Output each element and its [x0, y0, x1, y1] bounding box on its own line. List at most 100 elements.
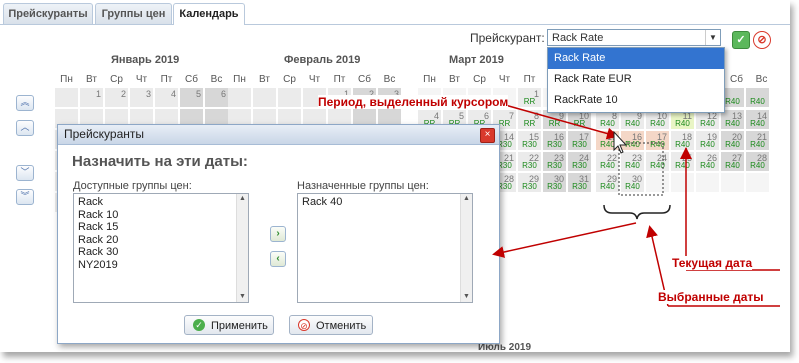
weekday-header: Вс	[755, 74, 768, 85]
tab-price-groups[interactable]: Группы цен	[95, 3, 172, 24]
calendar-day[interactable]: 26 R40	[696, 152, 719, 171]
scroll-down-icon[interactable]: ▼	[237, 292, 248, 302]
rate-code: R40	[750, 161, 765, 170]
calendar-day[interactable]: 20 R40	[721, 131, 744, 150]
calendar-day[interactable]: 5	[180, 88, 203, 107]
calendar-day[interactable]: 8 RR	[518, 110, 541, 129]
calendar-day[interactable]: 23 R30	[543, 152, 566, 171]
list-item[interactable]: Rack 30	[78, 246, 244, 259]
apply-button[interactable]: ✓ Применить	[184, 315, 274, 335]
no-entry-icon: ⊘	[298, 319, 310, 331]
double-chevron-up-icon[interactable]: ︽	[16, 95, 34, 111]
list-item[interactable]: Rack 15	[78, 221, 244, 234]
no-entry-icon[interactable]: ⊘	[753, 31, 771, 49]
calendar-day[interactable]: 6	[205, 88, 228, 107]
calendar-day[interactable]: 17 R30	[568, 131, 591, 150]
calendar-day[interactable]: 22 R30	[518, 152, 541, 171]
scroll-up-icon[interactable]: ▲	[237, 194, 248, 204]
day-number: 5	[195, 89, 201, 99]
calendar-day[interactable]	[696, 173, 719, 192]
double-chevron-down-icon[interactable]: ︾	[16, 189, 34, 205]
weekday-header: Вт	[86, 74, 97, 85]
day-number: 4	[170, 89, 176, 99]
brace-icon	[603, 204, 671, 220]
calendar-day[interactable]: 29 R40	[596, 173, 619, 192]
calendar-day[interactable]: 27 R40	[721, 152, 744, 171]
calendar-day[interactable]	[721, 173, 744, 192]
rate-code: R40	[625, 161, 640, 170]
calendar-day[interactable]: 2	[105, 88, 128, 107]
chevron-down-icon[interactable]: ﹀	[16, 165, 34, 181]
screenshot-frame: Прейскуранты Группы цен Календарь Прейск…	[0, 0, 790, 352]
scroll-up-icon[interactable]: ▲	[461, 194, 472, 204]
list-item[interactable]: NY2019	[78, 259, 244, 272]
scrollbar[interactable]: ▲ ▼	[460, 194, 472, 302]
close-icon[interactable]: ×	[480, 128, 495, 143]
calendar-day[interactable]: 30 R30	[543, 173, 566, 192]
calendar-day[interactable]: 16 R40	[621, 131, 644, 150]
scroll-down-icon[interactable]: ▼	[461, 292, 472, 302]
move-left-icon[interactable]: ‹	[270, 251, 286, 267]
calendar-day[interactable]: 24 R30	[568, 152, 591, 171]
calendar-day[interactable]	[278, 88, 301, 107]
calendar-day[interactable]: 3	[130, 88, 153, 107]
calendar-day[interactable]: 1 RR	[518, 88, 541, 107]
calendar-day[interactable]: 4	[155, 88, 178, 107]
calendar-day[interactable]: 1	[80, 88, 103, 107]
calendar-day[interactable]: 18 R40	[671, 131, 694, 150]
calendar-day[interactable]	[55, 88, 78, 107]
rate-code: R30	[547, 161, 562, 170]
cancel-button[interactable]: ⊘ Отменить	[289, 315, 373, 335]
dropdown-option[interactable]: Rack Rate EUR	[548, 69, 724, 90]
assigned-groups-list[interactable]: Rack 40 ▲ ▼	[297, 193, 473, 303]
calendar-day[interactable]: 17 R40	[646, 131, 669, 150]
dropdown-option[interactable]: RackRate 10	[548, 90, 724, 111]
available-groups-list[interactable]: Rack Rack 10 Rack 15 Rack 20 Rack 30 NY2…	[73, 193, 249, 303]
tab-pricelists[interactable]: Прейскуранты	[3, 3, 93, 24]
weekday-header: Пт	[523, 74, 536, 85]
rate-code: R40	[625, 182, 640, 191]
calendar-day[interactable]	[646, 173, 669, 192]
calendar-day[interactable]	[228, 88, 251, 107]
calendar-day[interactable]: R40	[746, 88, 769, 107]
weekday-header: Вт	[259, 74, 270, 85]
tab-calendar[interactable]: Календарь	[173, 3, 245, 25]
calendar-day[interactable]: 23 R40	[621, 152, 644, 171]
weekday-header: Ср	[473, 74, 486, 85]
calendar-day[interactable]: 22 R40	[596, 152, 619, 171]
pricelist-label: Прейскурант:	[470, 31, 545, 45]
day-number: 2	[120, 89, 126, 99]
scrollbar[interactable]: ▲ ▼	[236, 194, 248, 302]
rate-code: R40	[675, 140, 690, 149]
move-right-icon[interactable]: ›	[270, 226, 286, 242]
calendar-day[interactable]: 15 R40	[596, 131, 619, 150]
pricelist-select[interactable]: Rack Rate ▼	[547, 29, 721, 46]
calendar-day[interactable]: 30 R40	[621, 173, 644, 192]
check-icon[interactable]: ✓	[732, 31, 750, 49]
weekday-header: Чт	[308, 74, 321, 85]
calendar-day[interactable]: 14 R40	[746, 110, 769, 129]
calendar-day[interactable]: 16 R30	[543, 131, 566, 150]
calendar-day[interactable]: 24 R40	[646, 152, 669, 171]
annotation-selected-dates: Выбранные даты	[658, 290, 764, 304]
calendar-day[interactable]: 21 R40	[746, 131, 769, 150]
dropdown-option[interactable]: Rack Rate	[548, 48, 724, 69]
rate-code: R40	[600, 140, 615, 149]
calendar-day[interactable]: 25 R40	[671, 152, 694, 171]
chevron-up-icon[interactable]: ︿	[16, 120, 34, 136]
list-item[interactable]: Rack 40	[302, 196, 468, 209]
list-item[interactable]: Rack	[78, 196, 244, 209]
calendar-day[interactable]: 31 R30	[568, 173, 591, 192]
rate-code: R40	[675, 119, 690, 128]
calendar-day[interactable]	[746, 173, 769, 192]
list-item[interactable]: Rack 10	[78, 209, 244, 222]
calendar-day[interactable]	[671, 173, 694, 192]
chevron-down-icon[interactable]: ▼	[705, 30, 720, 45]
calendar-day[interactable]: 28 R40	[746, 152, 769, 171]
calendar-day[interactable]: 19 R40	[696, 131, 719, 150]
calendar-day[interactable]: 29 R30	[518, 173, 541, 192]
calendar-day[interactable]: 15 R30	[518, 131, 541, 150]
calendar-day[interactable]	[253, 88, 276, 107]
rate-code: R40	[700, 119, 715, 128]
list-item[interactable]: Rack 20	[78, 234, 244, 247]
